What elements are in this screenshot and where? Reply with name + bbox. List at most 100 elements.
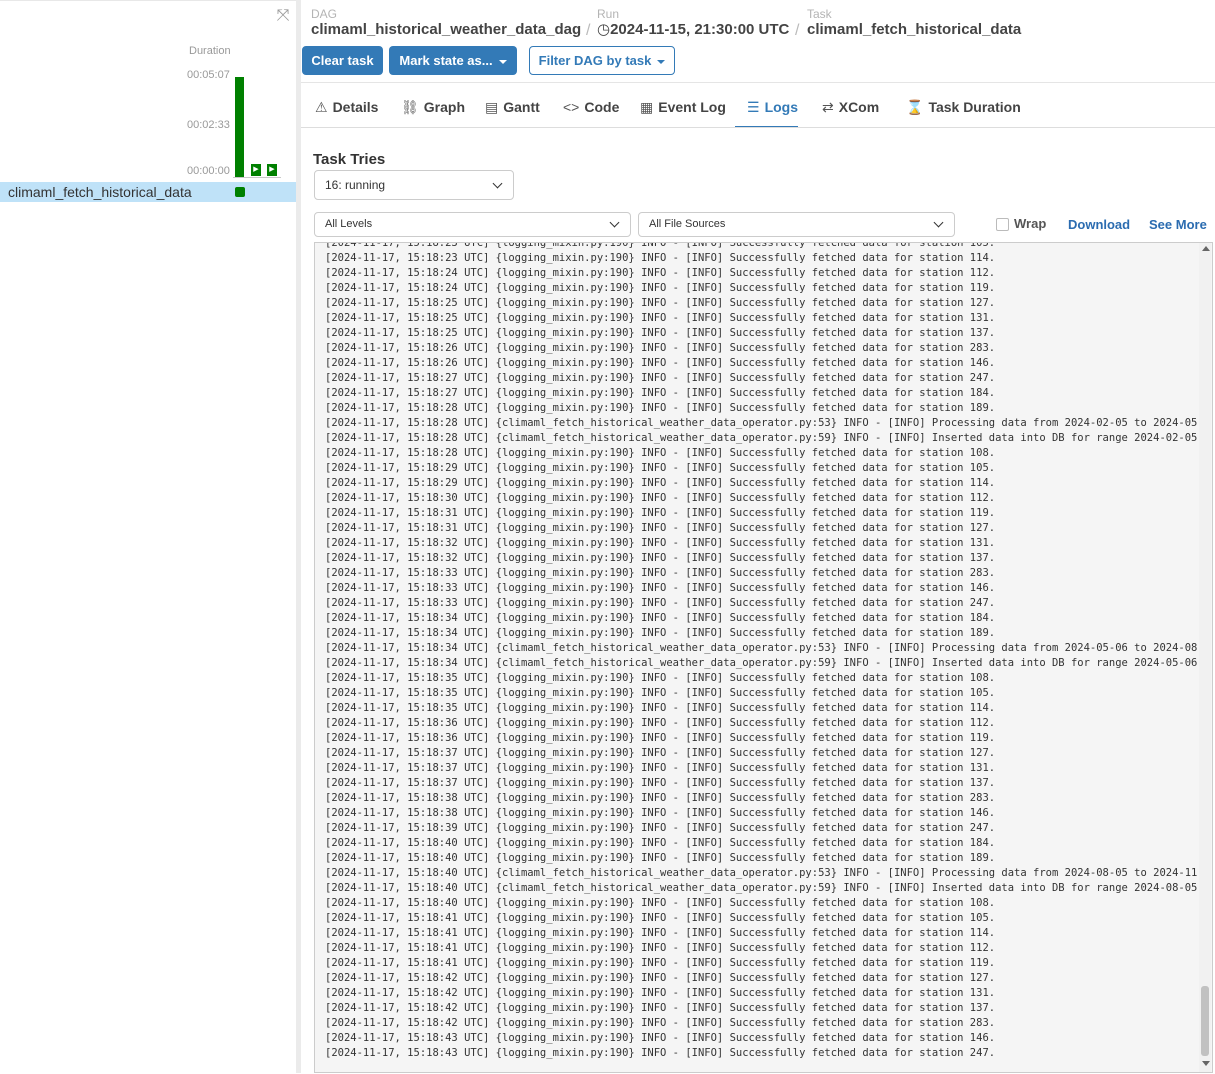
tab-details[interactable]: ⚠ Details [315,88,378,128]
tab-bar: ⚠ Details ⛓ Graph ▤ Gantt <> Code ▦ Event Log… [301,88,1215,128]
tab-code[interactable]: <> Code [563,88,619,128]
hourglass-icon: ⌛ [906,99,924,115]
log-line: [2024-11-17, 15:18:32 UTC] {logging_mixi… [325,537,996,549]
log-line: [2024-11-17, 15:18:30 UTC] {logging_mixi… [325,492,996,504]
log-line: [2024-11-17, 15:18:41 UTC] {logging_mixi… [325,912,996,924]
log-line: [2024-11-17, 15:18:40 UTC] {climaml_fetc… [325,867,1204,879]
log-line: [2024-11-17, 15:18:43 UTC] {logging_mixi… [325,1047,996,1059]
breadcrumb-dag[interactable]: DAG climaml_historical_weather_data_dag [311,7,581,39]
duration-tick-mid: 00:02:33 [187,119,230,131]
log-line: [2024-11-17, 15:18:25 UTC] {logging_mixi… [325,312,996,324]
grid-panel: ⤧ Duration 00:05:07 00:02:33 00:00:00 ▶ … [0,0,296,1074]
duration-tick-zero: 00:00:00 [187,165,230,177]
log-lines: [2024-11-17, 15:18:23 UTC] {logging_mixi… [325,242,1204,1061]
task-tries-label: Task Tries [313,151,386,168]
log-line: [2024-11-17, 15:18:33 UTC] {logging_mixi… [325,567,996,579]
log-line: [2024-11-17, 15:18:42 UTC] {logging_mixi… [325,1002,996,1014]
log-line: [2024-11-17, 15:18:28 UTC] {logging_mixi… [325,447,996,459]
log-line: [2024-11-17, 15:18:23 UTC] {logging_mixi… [325,242,996,249]
log-line: [2024-11-17, 15:18:41 UTC] {logging_mixi… [325,927,996,939]
filter-dag-button[interactable]: Filter DAG by task [529,46,675,75]
log-line: [2024-11-17, 15:18:36 UTC] {logging_mixi… [325,717,996,729]
log-line: [2024-11-17, 15:18:24 UTC] {logging_mixi… [325,282,996,294]
tab-gantt[interactable]: ▤ Gantt [485,88,540,128]
breadcrumb-task[interactable]: Task climaml_fetch_historical_data [807,7,1021,39]
log-line: [2024-11-17, 15:18:40 UTC] {logging_mixi… [325,837,996,849]
log-line: [2024-11-17, 15:18:33 UTC] {logging_mixi… [325,597,996,609]
tab-task-duration[interactable]: ⌛ Task Duration [906,88,1021,128]
log-line: [2024-11-17, 15:18:37 UTC] {logging_mixi… [325,747,996,759]
tab-xcom[interactable]: ⇄ XCom [822,88,879,128]
log-viewer[interactable]: [2024-11-17, 15:18:23 UTC] {logging_mixi… [314,242,1213,1073]
wrap-label[interactable]: Wrap [1014,216,1046,231]
task-tries-value: 16: running [325,178,386,192]
log-line: [2024-11-17, 15:18:38 UTC] {logging_mixi… [325,792,996,804]
tab-event-log[interactable]: ▦ Event Log [640,88,726,128]
task-instance-status[interactable] [235,187,245,197]
mark-state-button[interactable]: Mark state as... [389,46,517,75]
see-more-link[interactable]: See More [1149,217,1207,232]
event-log-icon: ▦ [640,99,654,115]
tab-graph[interactable]: ⛓ Graph [401,88,465,128]
details-panel: DAG climaml_historical_weather_data_dag … [301,0,1215,1073]
graph-icon: ⛓ [401,99,419,115]
caret-down-icon [498,59,507,64]
code-icon: <> [563,99,580,115]
log-level-select[interactable]: All Levels [314,212,631,237]
duration-axis [233,177,281,178]
file-source-select[interactable]: All File Sources [638,212,955,237]
log-line: [2024-11-17, 15:18:32 UTC] {logging_mixi… [325,552,996,564]
log-line: [2024-11-17, 15:18:26 UTC] {logging_mixi… [325,342,996,354]
warning-icon: ⚠ [315,99,328,115]
log-line: [2024-11-17, 15:18:31 UTC] {logging_mixi… [325,507,996,519]
wrap-checkbox[interactable] [996,218,1009,231]
log-line: [2024-11-17, 15:18:35 UTC] {logging_mixi… [325,702,996,714]
log-line: [2024-11-17, 15:18:38 UTC] {logging_mixi… [325,807,996,819]
log-line: [2024-11-17, 15:18:42 UTC] {logging_mixi… [325,972,996,984]
file-source-value: All File Sources [649,218,726,230]
log-line: [2024-11-17, 15:18:35 UTC] {logging_mixi… [325,672,996,684]
task-row-selected[interactable]: climaml_fetch_historical_data [0,182,296,202]
run-duration-bar[interactable] [235,77,244,177]
breadcrumb-separator: / [586,22,591,39]
task-id[interactable]: climaml_fetch_historical_data [807,21,1021,39]
chevron-down-icon [609,217,620,228]
caret-down-icon [657,59,666,64]
log-line: [2024-11-17, 15:18:39 UTC] {logging_mixi… [325,822,996,834]
run-play-icon[interactable]: ▶ [251,164,261,176]
run-id[interactable]: 2024-11-15, 21:30:00 UTC [610,21,789,38]
collapse-icon[interactable]: ⤧ [274,7,292,25]
log-line: [2024-11-17, 15:18:25 UTC] {logging_mixi… [325,327,996,339]
log-scrollbar-thumb[interactable] [1201,986,1209,1056]
log-line: [2024-11-17, 15:18:34 UTC] {logging_mixi… [325,612,996,624]
task-name[interactable]: climaml_fetch_historical_data [8,184,192,200]
divider [301,82,1215,83]
duration-tick-max: 00:05:07 [187,69,230,81]
xcom-icon: ⇄ [822,99,834,115]
run-play-icon[interactable]: ▶ [267,164,277,176]
task-tries-select[interactable]: 16: running [314,170,514,200]
tab-logs[interactable]: ☰ Logs [735,88,798,128]
dag-id[interactable]: climaml_historical_weather_data_dag [311,21,581,39]
log-line: [2024-11-17, 15:18:29 UTC] {logging_mixi… [325,477,996,489]
chevron-down-icon [933,217,944,228]
duration-label: Duration [189,45,231,57]
log-line: [2024-11-17, 15:18:41 UTC] {logging_mixi… [325,957,996,969]
log-line: [2024-11-17, 15:18:23 UTC] {logging_mixi… [325,252,996,264]
log-line: [2024-11-17, 15:18:41 UTC] {logging_mixi… [325,942,996,954]
log-line: [2024-11-17, 15:18:25 UTC] {logging_mixi… [325,297,996,309]
scroll-down-icon[interactable] [1202,1061,1210,1066]
scroll-up-icon[interactable] [1202,246,1210,251]
log-scrollbar[interactable] [1199,243,1211,1072]
breadcrumb-run[interactable]: Run ◷2024-11-15, 21:30:00 UTC [597,7,789,39]
log-line: [2024-11-17, 15:18:34 UTC] {logging_mixi… [325,627,996,639]
log-line: [2024-11-17, 15:18:40 UTC] {climaml_fetc… [325,882,1198,894]
log-line: [2024-11-17, 15:18:29 UTC] {logging_mixi… [325,462,996,474]
clear-task-button[interactable]: Clear task [302,46,383,75]
log-line: [2024-11-17, 15:18:24 UTC] {logging_mixi… [325,267,996,279]
gantt-icon: ▤ [485,99,499,115]
breadcrumb-separator: / [795,22,800,39]
log-level-value: All Levels [325,218,373,230]
log-line: [2024-11-17, 15:18:36 UTC] {logging_mixi… [325,732,996,744]
download-link[interactable]: Download [1068,217,1130,232]
